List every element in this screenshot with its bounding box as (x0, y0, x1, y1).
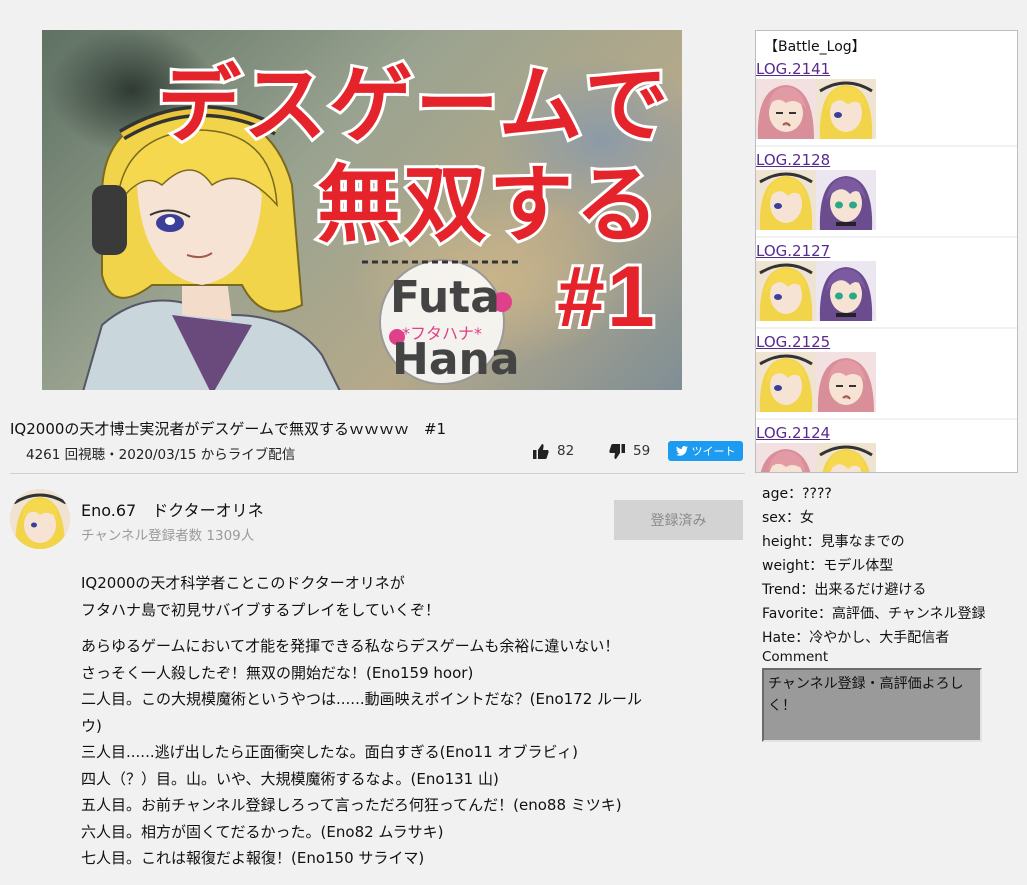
thumbs-down-icon (609, 443, 625, 459)
battle-log-entry: LOG.2141 (756, 56, 1017, 147)
avatar-image (10, 489, 70, 549)
battle-log-panel[interactable]: 【Battle_Log】 LOG.2141 LOG.2128 LOG.2127 LOG… (755, 30, 1018, 473)
description-line: 三人目......逃げ出したら正面衝突したな。面白すぎる(Eno11 オブラビィ… (81, 743, 579, 761)
pink-hair-avatar (756, 79, 816, 139)
channel-avatar[interactable] (10, 489, 70, 549)
svg-text:Futa: Futa (390, 272, 500, 323)
battle-log-entry: LOG.2128 (756, 147, 1017, 238)
battle-log-participants (756, 352, 876, 412)
battle-log-participants (756, 261, 876, 321)
thumbnail-episode: #1 (554, 246, 658, 348)
battle-log-link[interactable]: LOG.2127 (756, 242, 830, 260)
video-thumbnail[interactable]: デスゲームで 無双する #1 Futa *フタハナ* Hana (42, 30, 682, 390)
blonde-avatar (756, 352, 816, 412)
battle-log-participants (756, 170, 876, 230)
battle-log-heading: 【Battle_Log】 (764, 39, 866, 55)
battle-log-link[interactable]: LOG.2128 (756, 151, 830, 169)
description-line: 二人目。この大規模魔術というやつは......動画映えポイントだな？(Eno17… (81, 690, 643, 708)
video-view-count: 4261 回視聴・2020/03/15 からライブ配信 (26, 447, 296, 463)
futahana-logo: Futa *フタハナ* Hana (362, 259, 522, 385)
profile-weight: weight：モデル体型 (762, 558, 894, 574)
battle-log-link[interactable]: LOG.2125 (756, 333, 830, 351)
subscribed-button[interactable]: 登録済み (614, 500, 743, 540)
description-line: 六人目。相方が固くてだるかった。(Eno82 ムラサキ) (81, 822, 444, 841)
profile-favorite: Favorite：高評価、チャンネル登録 (762, 606, 986, 622)
profile-height: height：見事なまでの (762, 534, 905, 550)
battle-log-link[interactable]: LOG.2124 (756, 424, 830, 442)
blonde-avatar (756, 261, 816, 321)
description-line: フタハナ島で初見サバイブするプレイをしていくぞ！ (81, 600, 440, 619)
like-count: 82 (557, 443, 575, 459)
blonde-avatar (756, 170, 816, 230)
description-line: IQ2000の天才科学者ことこのドクターオリネが (81, 574, 405, 592)
description-line: 五人目。お前チャンネル登録しろって言っただろ何狂ってんだ！(eno88 ミツキ) (81, 796, 622, 814)
blonde-avatar (816, 79, 876, 139)
subscriber-count: チャンネル登録者数 1309人 (81, 528, 255, 544)
thumbnail-title-line2: 無双する (314, 153, 662, 257)
twitter-bird-icon (675, 446, 688, 456)
thumbs-up-icon (533, 443, 549, 459)
purple-hair-avatar (816, 170, 876, 230)
like-button[interactable]: 82 (533, 443, 574, 459)
blonde-avatar (816, 443, 876, 472)
description-line: 四人（？）目。山。いや、大規模魔術するなよ。(Eno131 山) (81, 769, 499, 788)
channel-name[interactable]: Eno.67 ドクターオリネ (81, 497, 264, 521)
battle-log-entry: LOG.2124 (756, 420, 1017, 472)
purple-hair-avatar (816, 261, 876, 321)
description-line: あらゆるゲームにおいて才能を発揮できる私ならデスゲームも余裕に違いない！ (81, 637, 620, 655)
video-title: IQ2000の天才博士実況者がデスゲームで無双するｗｗｗｗ #1 (10, 420, 447, 438)
description-line: ウ) (81, 716, 102, 735)
battle-log-link[interactable]: LOG.2141 (756, 60, 830, 78)
battle-log-participants (756, 443, 876, 472)
comment-box: チャンネル登録・高評価よろしく！ (762, 668, 982, 742)
dislike-button[interactable]: 59 (609, 443, 650, 459)
svg-text:Hana: Hana (392, 334, 520, 385)
video-description: IQ2000の天才科学者ことこのドクターオリネが フタハナ島で初見サバイブするプ… (81, 570, 741, 882)
dislike-count: 59 (633, 443, 651, 459)
section-divider (10, 473, 745, 474)
description-paragraph-1: IQ2000の天才科学者ことこのドクターオリネが フタハナ島で初見サバイブするプ… (81, 570, 741, 623)
profile-trend: Trend：出来るだけ避ける (762, 582, 927, 598)
profile-age: age：???? (762, 486, 832, 502)
description-line: さっそく一人殺したぞ！無双の開始だな！(Eno159 hoor) (81, 663, 474, 682)
character-profile: age：???? sex：女 height：見事なまでの weight：モデル体… (762, 482, 986, 650)
comment-label: Comment (762, 649, 829, 665)
description-paragraph-2: あらゆるゲームにおいて才能を発揮できる私ならデスゲームも余裕に違いない！ さっそ… (81, 633, 741, 872)
battle-log-entry: LOG.2127 (756, 238, 1017, 329)
battle-log-list: LOG.2141 LOG.2128 LOG.2127 LOG.2125 LOG.2124 (756, 56, 1017, 472)
tweet-label: ツイート (691, 445, 736, 458)
profile-hate: Hate：冷やかし、大手配信者 (762, 630, 950, 646)
battle-log-entry: LOG.2125 (756, 329, 1017, 420)
profile-sex: sex：女 (762, 510, 814, 526)
pink-hair-avatar (756, 443, 816, 472)
description-line: 七人目。これは報復だよ報復！(Eno150 サライマ) (81, 849, 425, 867)
tweet-button[interactable]: ツイート (668, 441, 743, 461)
battle-log-participants (756, 79, 876, 139)
pink-hair-avatar (816, 352, 876, 412)
